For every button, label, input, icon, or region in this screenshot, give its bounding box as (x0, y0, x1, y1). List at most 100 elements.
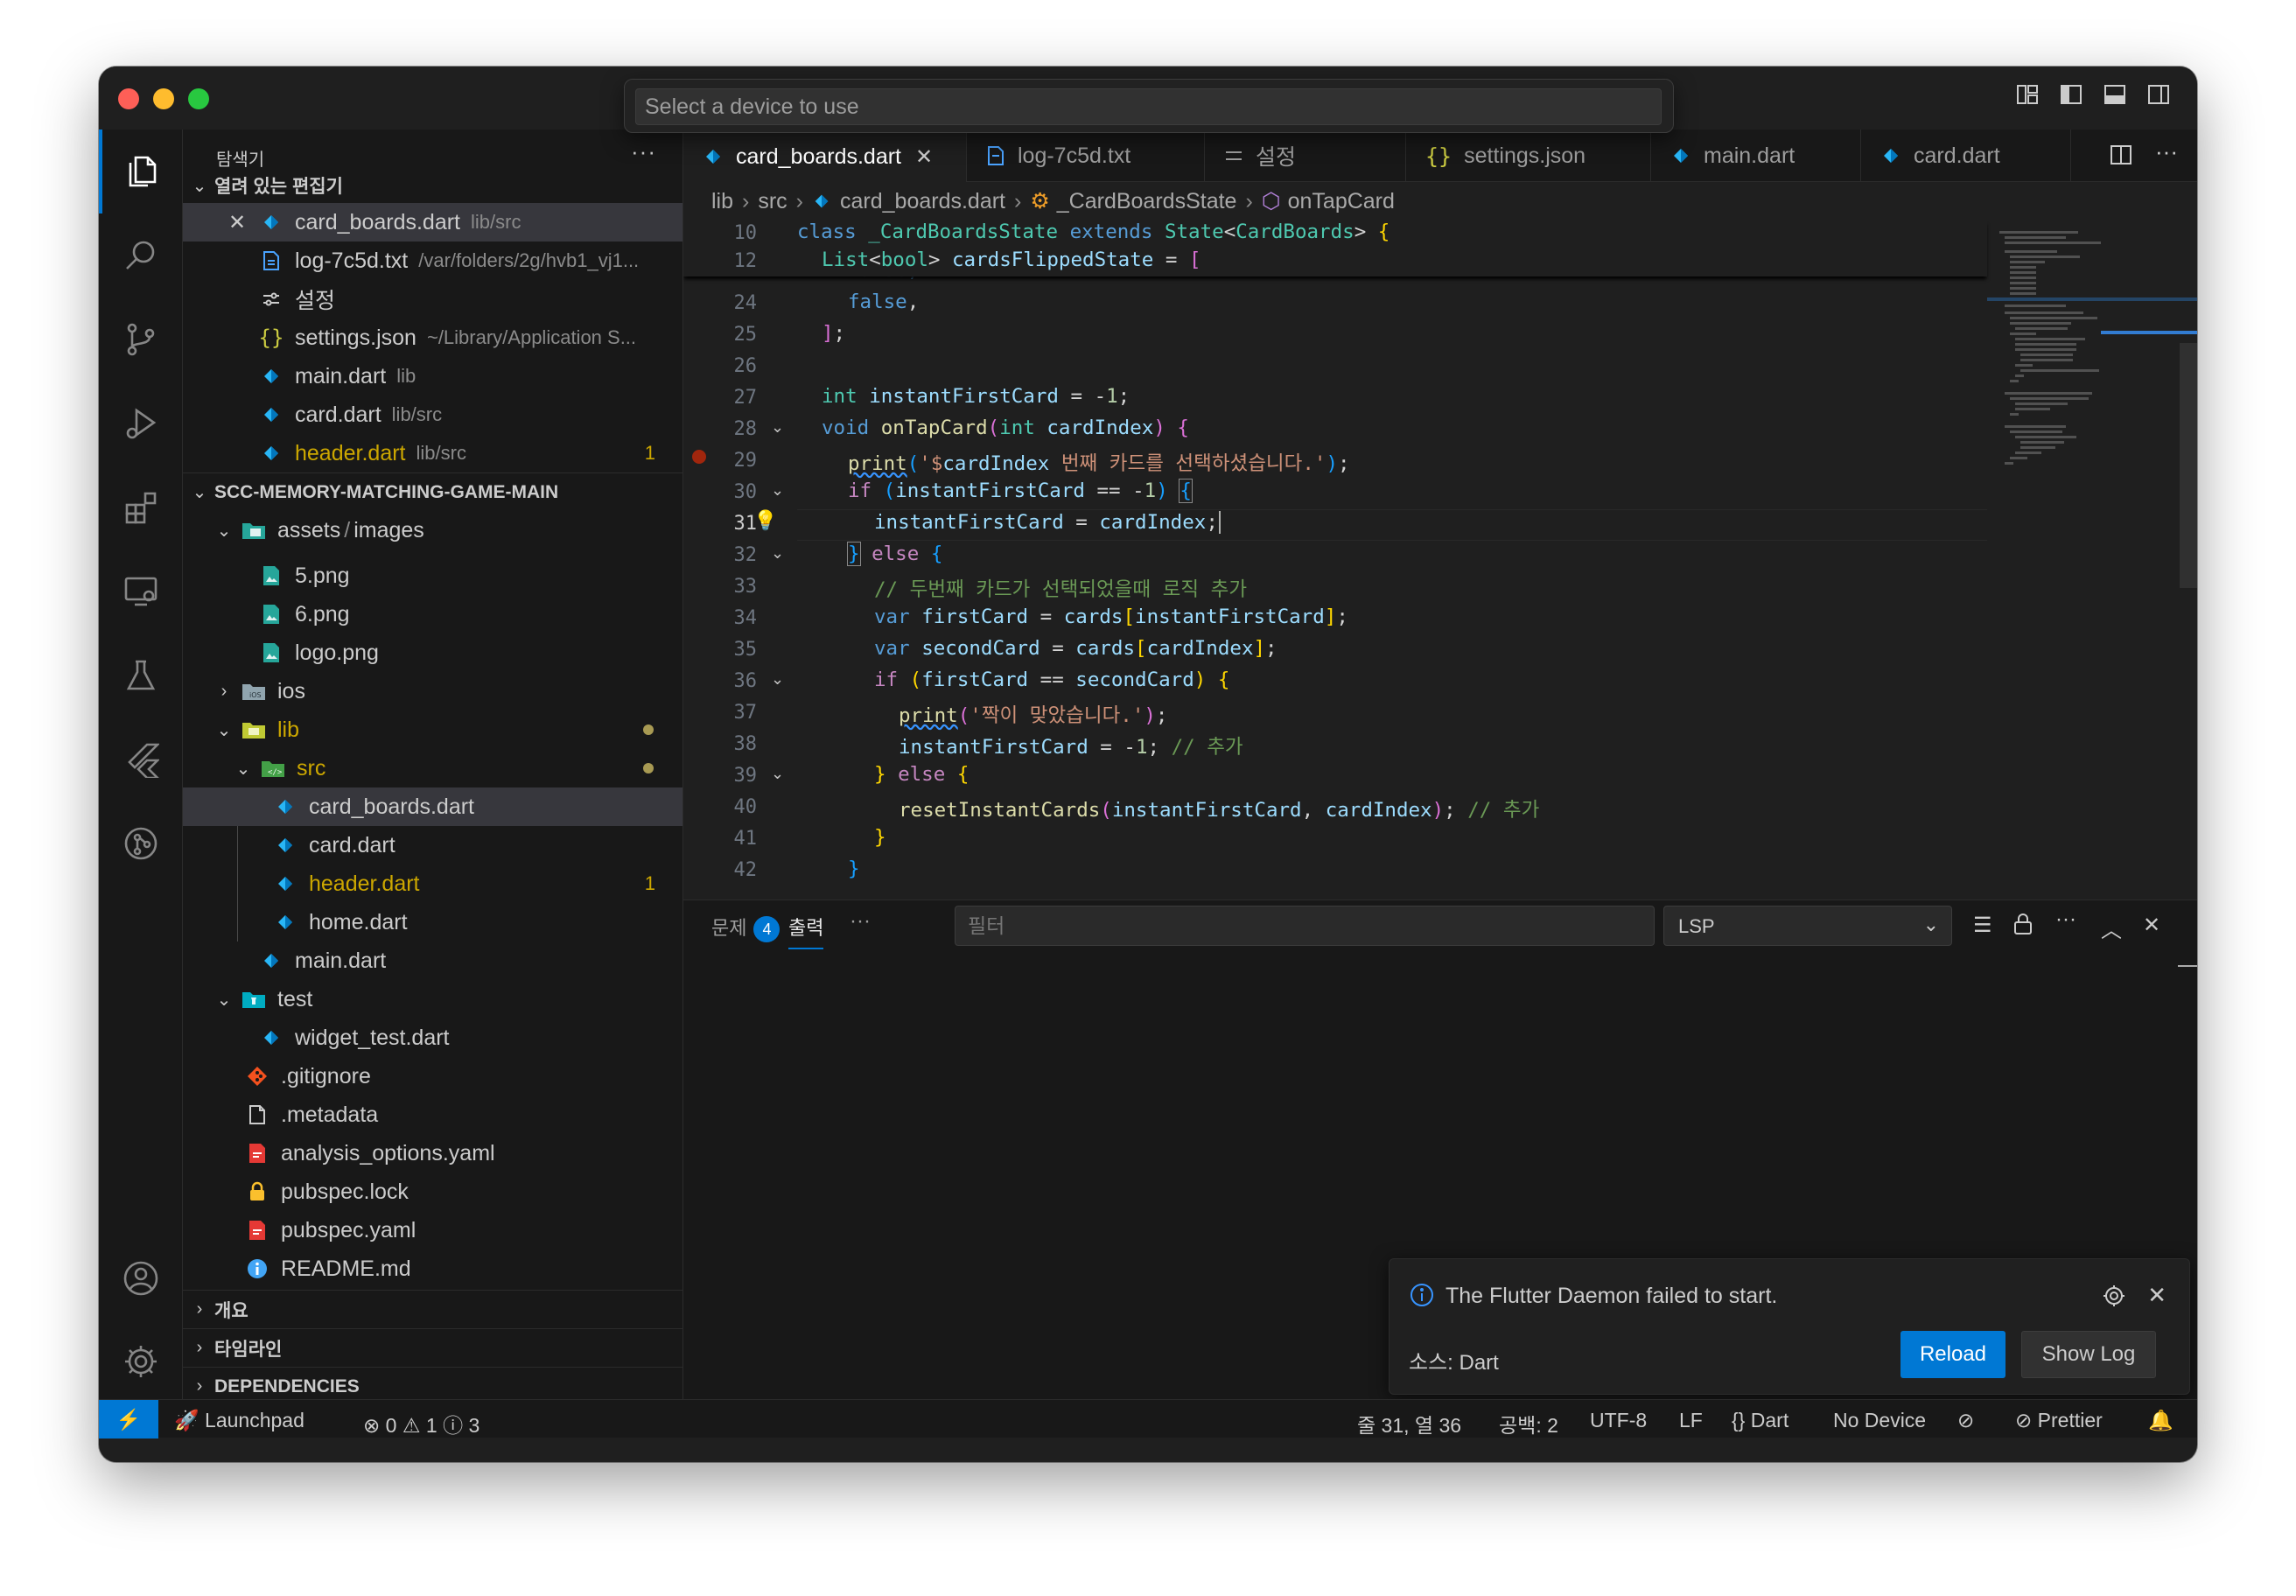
indentation[interactable]: 공백: 2 (1499, 1409, 1558, 1438)
run-debug-icon[interactable] (99, 382, 183, 466)
close-window-button[interactable] (118, 88, 139, 109)
tree-file[interactable]: README.md (183, 1250, 682, 1288)
editor-more-actions-icon[interactable]: ··· (2155, 138, 2178, 165)
fold-chevron-icon[interactable]: ⌄ (771, 481, 784, 500)
tree-folder[interactable]: › iOS ios (183, 672, 682, 710)
tab-output[interactable]: 출력 (788, 913, 824, 949)
open-editor-item[interactable]: {} settings.json ~/Library/Application S… (183, 318, 682, 357)
notification-close-icon[interactable]: ✕ (2147, 1282, 2166, 1309)
tab-card[interactable]: card.dart (1861, 130, 2071, 182)
notification-settings-gear-icon[interactable] (2102, 1284, 2126, 1312)
tree-file[interactable]: card_boards.dart (183, 788, 682, 826)
tree-folder[interactable]: ⌄ </> src (183, 749, 682, 788)
copilot-disabled-icon[interactable]: ⊘ (1957, 1409, 1974, 1432)
tree-folder[interactable]: ⌄ lib (183, 710, 682, 749)
explorer-icon[interactable] (99, 130, 183, 214)
extensions-icon[interactable] (99, 466, 183, 550)
tree-file[interactable]: main.dart (183, 942, 682, 980)
remote-explorer-icon[interactable] (99, 550, 183, 634)
maximize-panel-icon[interactable]: ︿ (2101, 913, 2122, 943)
timeline-header[interactable]: › 타임라인 (183, 1328, 682, 1367)
tree-file[interactable]: .metadata (183, 1096, 682, 1134)
customize-layout-icon[interactable] (2015, 82, 2040, 107)
tab-settings[interactable]: 설정 (1205, 130, 1406, 182)
project-header[interactable]: ⌄ SCC-MEMORY-MATCHING-GAME-MAIN (183, 472, 682, 511)
panel-more-actions-icon[interactable]: ··· (2055, 907, 2076, 932)
reload-button[interactable]: Reload (1900, 1331, 2006, 1378)
fold-chevron-icon[interactable]: ⌄ (771, 418, 784, 437)
tree-folder[interactable]: ⌄ test (183, 980, 682, 1018)
fold-chevron-icon[interactable]: ⌄ (771, 544, 784, 563)
lightbulb-icon[interactable]: 💡 (753, 509, 777, 532)
clear-output-icon[interactable]: ☰ (1973, 913, 1992, 938)
tree-file[interactable]: analysis_options.yaml (183, 1134, 682, 1172)
toggle-panel-icon[interactable] (2103, 82, 2127, 107)
tab-settings-json[interactable]: {} settings.json (1406, 130, 1651, 182)
tab-main[interactable]: main.dart (1651, 130, 1861, 182)
code-editor[interactable]: 10 class _CardBoardsState extends State<… (683, 220, 2197, 900)
tree-file[interactable]: logo.png (183, 634, 682, 672)
outline-header[interactable]: › 개요 (183, 1290, 682, 1328)
git-graph-icon[interactable] (99, 802, 183, 886)
tree-file[interactable]: card.dart (183, 826, 682, 864)
encoding[interactable]: UTF-8 (1590, 1409, 1647, 1432)
tree-folder[interactable]: ⌄ assets / images (183, 511, 682, 550)
output-filter-input[interactable] (955, 906, 1655, 946)
tree-file[interactable]: 6.png (183, 595, 682, 634)
open-editor-item[interactable]: ✕ card_boards.dart lib/src (183, 203, 682, 242)
open-editors-header[interactable]: ⌄ 열려 있는 편집기 (183, 166, 682, 205)
tree-file[interactable]: widget_test.dart (183, 1018, 682, 1057)
problems-status[interactable]: ⊗ 0 ⚠ 1 ⓘ 3 (363, 1409, 480, 1438)
breadcrumb-item[interactable]: src (758, 189, 787, 214)
zoom-window-button[interactable] (188, 88, 209, 109)
tree-file[interactable]: header.dart 1 (183, 864, 682, 903)
minimize-window-button[interactable] (153, 88, 174, 109)
minimap[interactable] (1987, 220, 2197, 900)
tree-file[interactable]: pubspec.lock (183, 1172, 682, 1211)
flutter-icon[interactable] (99, 718, 183, 802)
tree-file[interactable]: .gitignore (183, 1057, 682, 1096)
notifications-bell-icon[interactable]: 🔔 (2148, 1409, 2174, 1432)
testing-icon[interactable] (99, 634, 183, 718)
fold-chevron-icon[interactable]: ⌄ (771, 670, 784, 689)
open-editor-item[interactable]: log-7c5d.txt /var/folders/2g/hvb1_vj1... (183, 242, 682, 280)
breadcrumb-item[interactable]: _CardBoardsState (1057, 189, 1237, 214)
prettier-item[interactable]: ⊘ Prettier (2015, 1409, 2103, 1432)
breadcrumb-item[interactable]: card_boards.dart (840, 189, 1005, 214)
panel-scrollbar[interactable] (2178, 965, 2197, 967)
device-selector[interactable]: No Device (1833, 1409, 1926, 1432)
explorer-more-actions-icon[interactable]: ··· (631, 138, 656, 165)
line-ending[interactable]: LF (1679, 1409, 1703, 1432)
split-editor-icon[interactable] (2110, 144, 2132, 171)
open-editor-item[interactable]: 설정 (183, 280, 682, 318)
output-channel-select[interactable]: LSP ⌄ (1663, 906, 1952, 946)
tab-card-boards[interactable]: card_boards.dart ✕ (683, 130, 967, 182)
manage-gear-icon[interactable] (99, 1320, 183, 1404)
lock-scroll-icon[interactable] (2013, 913, 2033, 942)
dependencies-header[interactable]: › DEPENDENCIES (183, 1367, 682, 1399)
cursor-position[interactable]: 줄 31, 열 36 (1357, 1409, 1461, 1438)
close-editor-icon[interactable]: ✕ (228, 210, 251, 235)
source-control-icon[interactable] (99, 298, 183, 382)
tree-file[interactable]: pubspec.yaml (183, 1211, 682, 1250)
breadcrumb-item[interactable]: onTapCard (1288, 189, 1395, 214)
tree-file[interactable]: home.dart (183, 903, 682, 942)
launchpad-item[interactable]: 🚀 Launchpad (174, 1409, 304, 1432)
open-editor-item[interactable]: card.dart lib/src (183, 396, 682, 434)
accounts-icon[interactable] (99, 1236, 183, 1320)
open-editor-item[interactable]: main.dart lib (183, 357, 682, 396)
remote-indicator-icon[interactable]: ⚡ (99, 1400, 158, 1438)
open-editor-item[interactable]: header.dart lib/src 1 (183, 434, 682, 472)
minimap-slider[interactable] (2180, 343, 2197, 588)
breadcrumb-item[interactable]: lib (711, 189, 733, 214)
language-mode[interactable]: {} Dart (1732, 1409, 1788, 1432)
close-tab-icon[interactable]: ✕ (915, 144, 933, 170)
tab-log[interactable]: log-7c5d.txt (967, 130, 1205, 182)
show-log-button[interactable]: Show Log (2021, 1331, 2156, 1378)
close-panel-icon[interactable]: ✕ (2143, 913, 2160, 938)
tab-problems[interactable]: 문제 4 (711, 913, 780, 942)
tree-file[interactable]: 5.png (183, 556, 682, 595)
toggle-secondary-sidebar-icon[interactable] (2146, 82, 2171, 107)
device-picker-input[interactable] (635, 88, 1662, 125)
panel-more-tabs-icon[interactable]: ··· (850, 909, 871, 934)
